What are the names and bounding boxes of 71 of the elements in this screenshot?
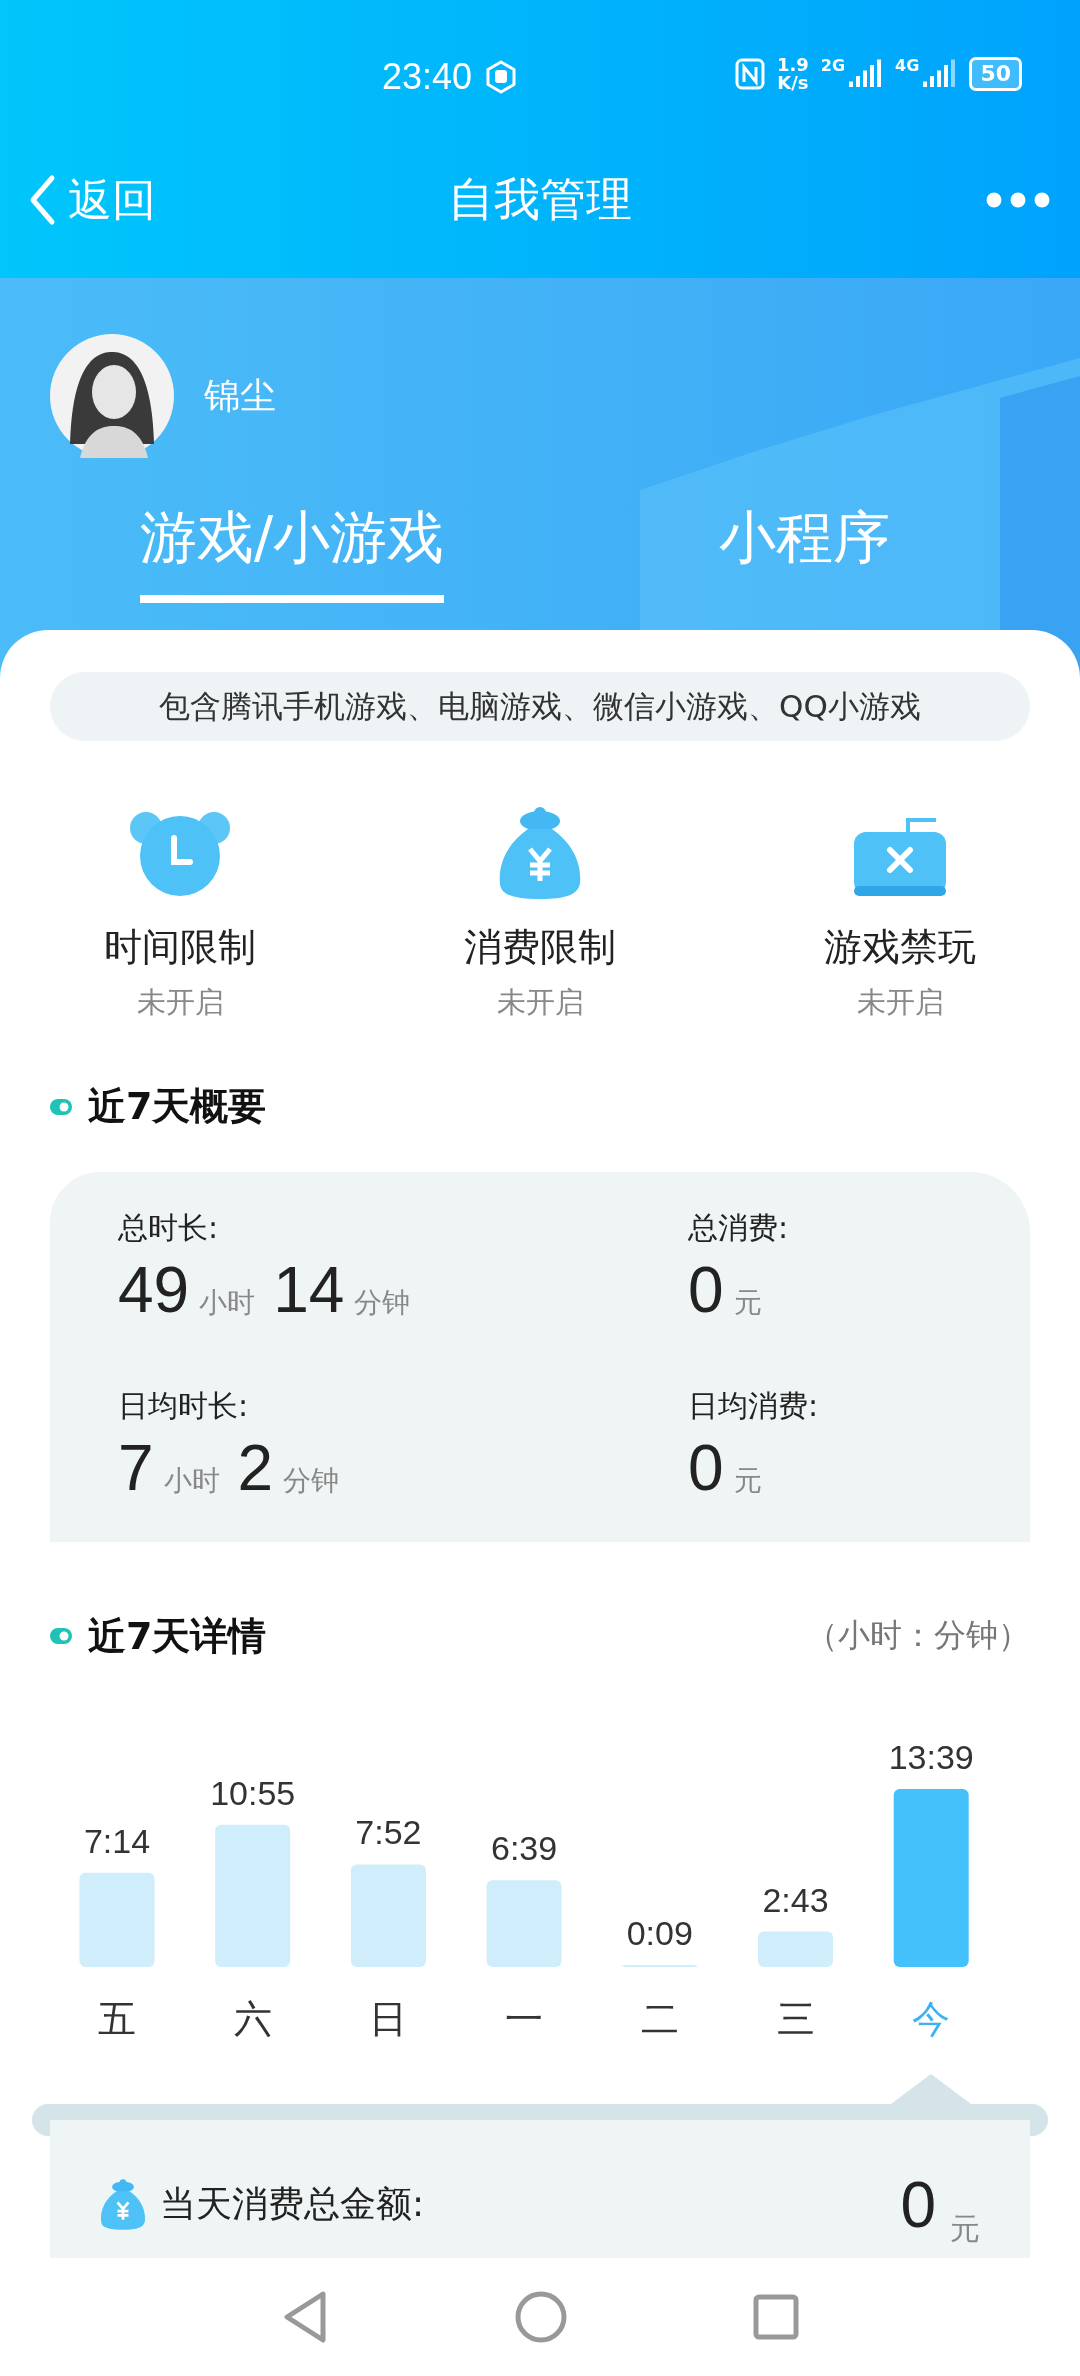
back-icon[interactable] <box>28 174 56 226</box>
value-label: 6:39 <box>491 1829 558 1868</box>
battery-level: 50 <box>980 61 1011 86</box>
network-type: 4G <box>895 56 920 75</box>
bar[interactable] <box>893 1788 969 1967</box>
bar[interactable] <box>486 1880 562 1967</box>
signal-icon <box>849 59 884 89</box>
stat-value: 0 <box>688 1431 724 1506</box>
day-label[interactable]: 一 <box>505 1996 544 2041</box>
value-label: 0:09 <box>626 1913 693 1952</box>
spending-unit: 元 <box>950 2209 980 2248</box>
notice-banner: 包含腾讯手机游戏、电脑游戏、微信小游戏、QQ小游戏 <box>50 672 1030 742</box>
more-icon[interactable] <box>986 192 1050 208</box>
stat-value: 14 <box>273 1253 345 1328</box>
limit-label[interactable]: 时间限制 <box>104 922 256 974</box>
stat-label: 日均时长: <box>118 1387 250 1426</box>
stat-label: 日均消费: <box>688 1387 820 1426</box>
home-icon[interactable] <box>515 2291 567 2343</box>
value-label: 7:14 <box>83 1821 151 1860</box>
bar[interactable] <box>758 1931 833 1967</box>
network-type: 2G <box>820 56 846 75</box>
stat-unit: 元 <box>733 1285 762 1322</box>
signal-icon <box>923 59 958 89</box>
stat-value: 2 <box>237 1431 274 1506</box>
limit-label[interactable]: 消费限制 <box>464 922 616 974</box>
limit-label[interactable]: 游戏禁玩 <box>824 922 976 974</box>
stat-value: 0 <box>688 1253 724 1328</box>
page-title: 自我管理 <box>448 171 632 228</box>
back-icon[interactable] <box>281 2290 329 2344</box>
stat-label: 总时长: <box>118 1209 220 1248</box>
bullet-icon <box>50 1098 72 1115</box>
speed-value: 1.9 <box>776 56 809 74</box>
recents-icon[interactable] <box>753 2294 799 2340</box>
stat-value: 49 <box>118 1253 190 1328</box>
value-label: 13:39 <box>888 1737 974 1776</box>
avatar-icon <box>50 334 174 458</box>
nfc-icon <box>734 58 765 90</box>
stat-unit: 小时 <box>199 1285 256 1322</box>
stat-unit: 分钟 <box>283 1463 340 1500</box>
bar[interactable] <box>79 1872 155 1967</box>
limit-status: 未开启 <box>136 984 224 1022</box>
value-label: 7:52 <box>355 1813 422 1852</box>
limit-status: 未开启 <box>856 984 944 1022</box>
money-bag-icon <box>100 2178 146 2231</box>
stat-unit: 小时 <box>163 1463 220 1500</box>
speed-unit: K/s <box>777 74 809 92</box>
stat-unit: 分钟 <box>354 1285 411 1322</box>
day-label[interactable]: 三 <box>776 1996 815 2041</box>
day-label[interactable]: 六 <box>233 1996 272 2041</box>
section-title: 近7天概要 <box>88 1083 267 1131</box>
day-label[interactable]: 五 <box>98 1996 136 2041</box>
value-label: 2:43 <box>762 1880 829 1919</box>
stat-unit: 元 <box>733 1463 762 1500</box>
section-title: 近7天详情 <box>88 1612 267 1660</box>
bar[interactable] <box>215 1824 291 1967</box>
spending-amount: 0 <box>900 2167 936 2242</box>
bar[interactable] <box>350 1864 426 1967</box>
spending-label: 当天消费总金额: <box>160 2182 425 2227</box>
unit-note: （小时：分钟） <box>806 1615 1030 1657</box>
stat-value: 7 <box>118 1431 154 1506</box>
limit-status: 未开启 <box>496 984 584 1022</box>
status-time: 23:40 <box>382 56 473 98</box>
hand-icon <box>484 60 519 94</box>
day-label[interactable]: 日 <box>369 1996 408 2041</box>
day-label[interactable]: 二 <box>640 1996 679 2041</box>
stat-label: 总消费: <box>688 1209 790 1248</box>
value-label: 10:55 <box>210 1773 296 1812</box>
user-name: 锦尘 <box>204 373 276 418</box>
pointer-icon <box>891 2073 972 2104</box>
bullet-icon <box>50 1628 72 1645</box>
bar[interactable] <box>622 1964 698 1967</box>
